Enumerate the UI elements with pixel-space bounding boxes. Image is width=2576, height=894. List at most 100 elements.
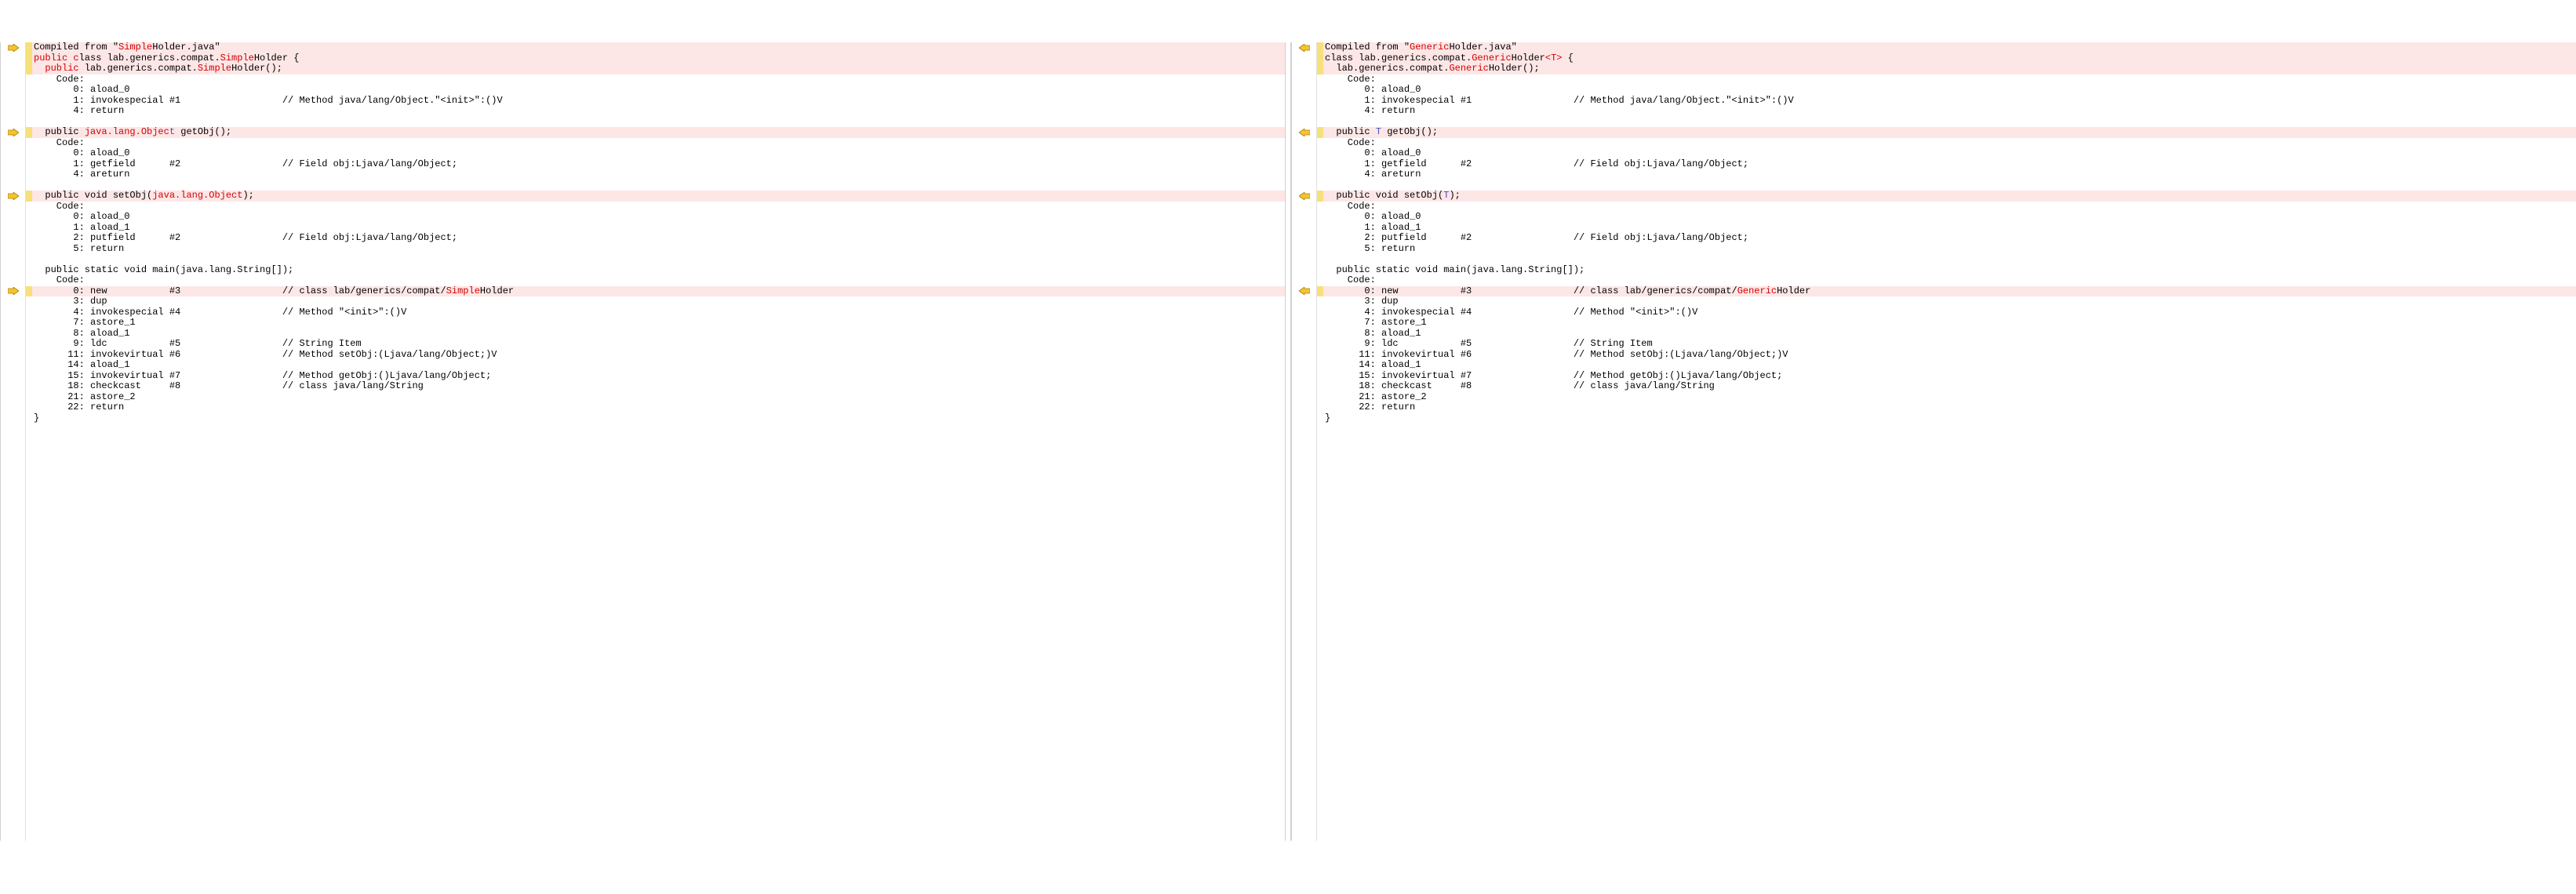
stripe-row [26, 212, 32, 223]
code-line[interactable]: public void setObj(T); [1323, 191, 2576, 202]
code-line[interactable]: public java.lang.Object getObj(); [32, 127, 1285, 138]
code-line[interactable]: 4: return [1323, 106, 2576, 117]
code-line[interactable]: 14: aload_1 [32, 360, 1285, 371]
code-line[interactable]: 0: aload_0 [32, 148, 1285, 159]
code-line[interactable]: Code: [1323, 138, 2576, 149]
code-line[interactable] [1323, 254, 2576, 265]
code-line[interactable]: 5: return [32, 244, 1285, 255]
merge-left-icon[interactable] [1299, 44, 1310, 52]
code-line[interactable]: Compiled from "GenericHolder.java" [1323, 42, 2576, 53]
code-line[interactable]: 14: aload_1 [1323, 360, 2576, 371]
diff-container: Compiled from "SimpleHolder.java"public … [0, 42, 2576, 841]
code-line[interactable]: public lab.generics.compat.SimpleHolder(… [32, 64, 1285, 74]
code-line[interactable]: 22: return [1323, 402, 2576, 413]
code-text: getObj(); [175, 126, 231, 137]
code-line[interactable]: 0: new #3 // class lab/generics/compat/G… [1323, 286, 2576, 297]
code-line[interactable]: 0: aload_0 [32, 212, 1285, 223]
code-line[interactable]: class lab.generics.compat.GenericHolder<… [1323, 53, 2576, 64]
code-line[interactable]: lab.generics.compat.GenericHolder(); [1323, 64, 2576, 74]
code-line[interactable]: public class lab.generics.compat.SimpleH… [32, 53, 1285, 64]
code-line[interactable]: 15: invokevirtual #7 // Method getObj:()… [1323, 371, 2576, 382]
code-line[interactable]: 2: putfield #2 // Field obj:Ljava/lang/O… [1323, 233, 2576, 244]
code-line[interactable]: 4: invokespecial #4 // Method "<init>":(… [32, 307, 1285, 318]
code-line[interactable]: 7: astore_1 [1323, 318, 2576, 329]
merge-left-icon[interactable] [1299, 129, 1310, 136]
code-line[interactable]: 9: ldc #5 // String Item [32, 339, 1285, 350]
code-line[interactable]: public T getObj(); [1323, 127, 2576, 138]
code-line[interactable]: public static void main(java.lang.String… [1323, 265, 2576, 276]
code-line[interactable]: 18: checkcast #8 // class java/lang/Stri… [32, 381, 1285, 392]
stripe-row [26, 74, 32, 85]
code-line[interactable]: Code: [1323, 275, 2576, 286]
pane-separator[interactable] [1285, 42, 1291, 841]
code-line[interactable]: 21: astore_2 [1323, 392, 2576, 403]
code-line[interactable]: public void setObj(java.lang.Object); [32, 191, 1285, 202]
code-line[interactable]: 2: putfield #2 // Field obj:Ljava/lang/O… [32, 233, 1285, 244]
merge-right-icon[interactable] [8, 287, 19, 295]
code-line[interactable]: 8: aload_1 [32, 329, 1285, 340]
code-line[interactable]: 1: getfield #2 // Field obj:Ljava/lang/O… [1323, 159, 2576, 170]
gutter-row [1292, 350, 1316, 361]
gutter-row [1292, 96, 1316, 107]
merge-left-icon[interactable] [1299, 192, 1310, 200]
code-line[interactable] [32, 117, 1285, 128]
code-line[interactable]: 1: getfield #2 // Field obj:Ljava/lang/O… [32, 159, 1285, 170]
code-text: Holder { [254, 53, 300, 64]
code-line[interactable]: 11: invokevirtual #6 // Method setObj:(L… [32, 350, 1285, 361]
code-line[interactable]: 1: aload_1 [32, 223, 1285, 234]
code-line[interactable]: } [32, 413, 1285, 424]
code-line[interactable]: 0: aload_0 [32, 85, 1285, 96]
code-line[interactable]: 5: return [1323, 244, 2576, 255]
code-line[interactable]: 21: astore_2 [32, 392, 1285, 403]
merge-left-icon[interactable] [1299, 287, 1310, 295]
code-line[interactable]: 1: aload_1 [1323, 223, 2576, 234]
code-line[interactable]: 0: aload_0 [1323, 212, 2576, 223]
code-line[interactable]: Code: [32, 275, 1285, 286]
code-text: 14: aload_1 [1325, 359, 1421, 370]
code-line[interactable]: 11: invokevirtual #6 // Method setObj:(L… [1323, 350, 2576, 361]
code-line[interactable]: } [1323, 413, 2576, 424]
code-line[interactable]: Code: [32, 74, 1285, 85]
code-line[interactable]: 0: new #3 // class lab/generics/compat/S… [32, 286, 1285, 297]
stripe-row [1317, 42, 1323, 53]
code-line[interactable]: 0: aload_0 [1323, 85, 2576, 96]
code-line[interactable]: 3: dup [1323, 296, 2576, 307]
right-code-area[interactable]: Compiled from "GenericHolder.java"class … [1323, 42, 2576, 841]
code-line[interactable]: 9: ldc #5 // String Item [1323, 339, 2576, 350]
merge-right-icon[interactable] [8, 192, 19, 200]
code-line[interactable]: 4: return [32, 106, 1285, 117]
code-line[interactable] [32, 180, 1285, 191]
code-line[interactable]: 3: dup [32, 296, 1285, 307]
code-line[interactable]: 1: invokespecial #1 // Method java/lang/… [32, 96, 1285, 107]
code-line[interactable] [1323, 180, 2576, 191]
code-line[interactable]: Code: [1323, 74, 2576, 85]
code-text: 0: aload_0 [34, 147, 129, 158]
left-change-stripe [26, 42, 32, 841]
code-line[interactable]: Code: [32, 202, 1285, 213]
code-line[interactable]: public static void main(java.lang.String… [32, 265, 1285, 276]
code-line[interactable]: Code: [1323, 202, 2576, 213]
code-line[interactable]: 22: return [32, 402, 1285, 413]
code-line[interactable]: 18: checkcast #8 // class java/lang/Stri… [1323, 381, 2576, 392]
code-line[interactable]: 4: areturn [32, 169, 1285, 180]
stripe-row [26, 106, 32, 117]
code-line[interactable]: 15: invokevirtual #7 // Method getObj:()… [32, 371, 1285, 382]
gutter-row [1292, 275, 1316, 286]
code-line[interactable]: 8: aload_1 [1323, 329, 2576, 340]
code-line[interactable] [1323, 117, 2576, 128]
merge-right-icon[interactable] [8, 129, 19, 136]
stripe-row [26, 202, 32, 213]
gutter-row [1292, 53, 1316, 64]
stripe-row [1317, 254, 1323, 265]
code-line[interactable]: 1: invokespecial #1 // Method java/lang/… [1323, 96, 2576, 107]
code-line[interactable]: 4: invokespecial #4 // Method "<init>":(… [1323, 307, 2576, 318]
code-line[interactable]: 0: aload_0 [1323, 148, 2576, 159]
left-code-area[interactable]: Compiled from "SimpleHolder.java"public … [32, 42, 1285, 841]
merge-right-icon[interactable] [8, 44, 19, 52]
code-line[interactable] [32, 254, 1285, 265]
gutter-row [1, 244, 25, 255]
code-line[interactable]: 7: astore_1 [32, 318, 1285, 329]
code-line[interactable]: Compiled from "SimpleHolder.java" [32, 42, 1285, 53]
code-line[interactable]: Code: [32, 138, 1285, 149]
code-line[interactable]: 4: areturn [1323, 169, 2576, 180]
